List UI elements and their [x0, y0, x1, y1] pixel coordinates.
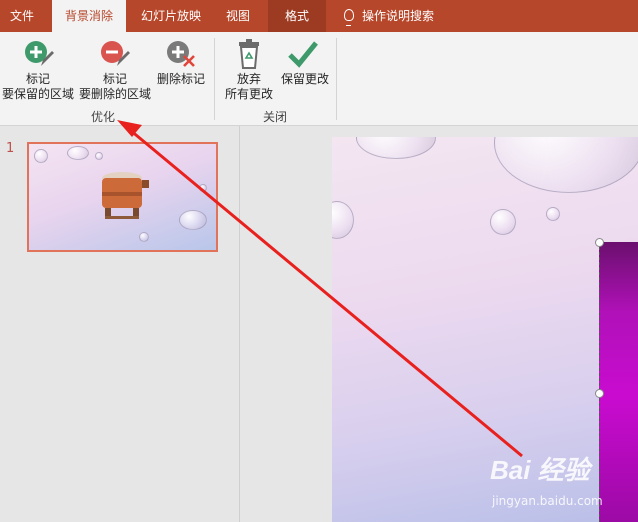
annotation-arrow	[117, 120, 523, 458]
